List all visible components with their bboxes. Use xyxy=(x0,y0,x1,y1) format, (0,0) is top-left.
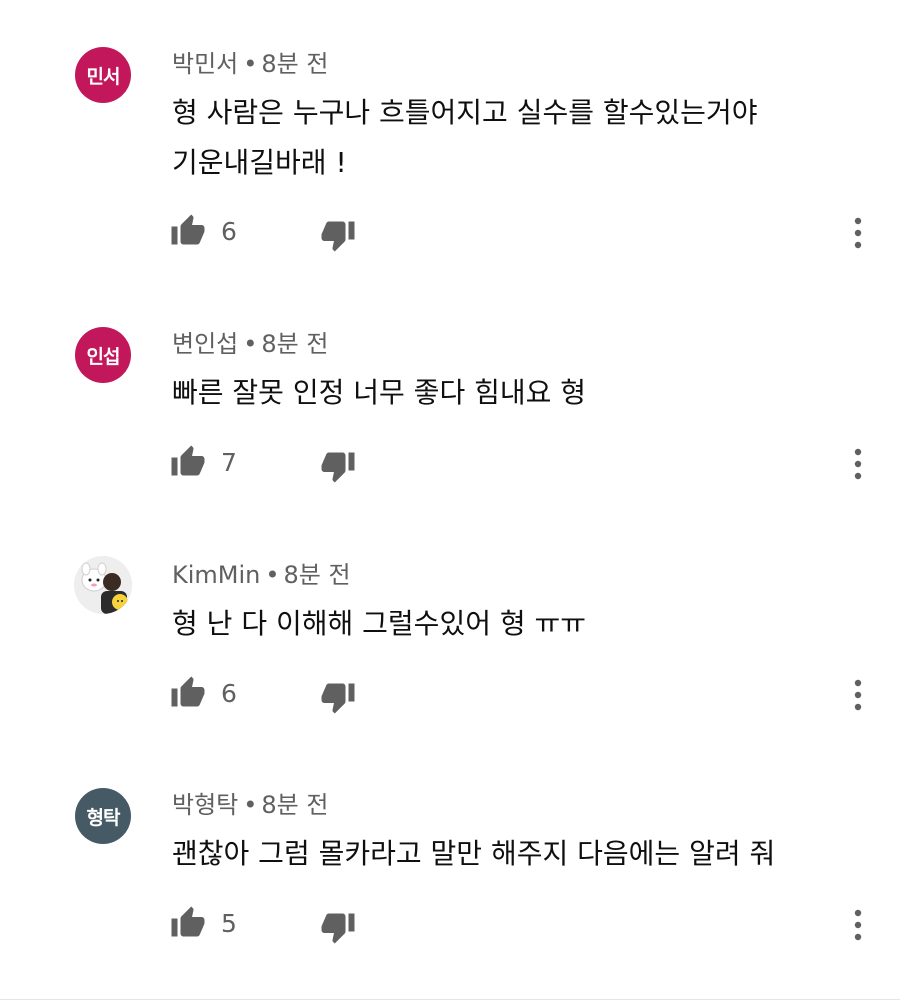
comment-actions: 6 xyxy=(0,211,900,255)
more-options-button[interactable] xyxy=(842,903,874,947)
like-count: 7 xyxy=(221,448,237,477)
like-button[interactable] xyxy=(168,673,208,713)
dislike-button[interactable] xyxy=(318,677,358,717)
dislike-button[interactable] xyxy=(318,215,358,255)
thumbs-up-icon xyxy=(171,214,205,245)
avatar[interactable]: 민서 xyxy=(75,47,131,103)
dislike-button[interactable] xyxy=(318,446,358,486)
more-vertical-icon xyxy=(854,217,862,249)
comment-actions: 5 xyxy=(0,903,900,947)
thumbs-down-icon xyxy=(321,452,355,483)
comment-item: KimMin • 8분 전 형 난 다 이해해 그럴수있어 형 ㅠㅠ 6 xyxy=(0,511,900,741)
comment-meta: 박형탁 • 8분 전 xyxy=(172,789,328,821)
separator-dot: • xyxy=(243,50,258,78)
like-count: 6 xyxy=(221,217,237,246)
comment-text: 괜찮아 그럼 몰카라고 말만 해주지 다음에는 알려 줘 xyxy=(172,837,776,870)
thumbs-down-icon xyxy=(321,683,355,714)
thumbs-up-icon xyxy=(171,445,205,476)
comment-text: 빠른 잘못 인정 너무 좋다 힘내요 형 xyxy=(172,376,587,409)
comment-time: 8분 전 xyxy=(283,561,351,589)
more-vertical-icon xyxy=(854,448,862,480)
dislike-button[interactable] xyxy=(318,907,358,947)
avatar[interactable]: 인섭 xyxy=(75,327,131,383)
like-button[interactable] xyxy=(168,442,208,482)
comment-actions: 6 xyxy=(0,673,900,717)
separator-dot: • xyxy=(243,791,258,819)
like-count: 5 xyxy=(221,909,237,938)
author-name[interactable]: KimMin xyxy=(172,561,260,589)
more-vertical-icon xyxy=(854,909,862,941)
more-options-button[interactable] xyxy=(842,673,874,717)
comment-meta: 박민서 • 8분 전 xyxy=(172,48,328,80)
avatar[interactable]: 형탁 xyxy=(75,788,131,844)
comment-actions: 7 xyxy=(0,442,900,486)
comment-item: 인섭 변인섭 • 8분 전 빠른 잘못 인정 너무 좋다 힘내요 형 7 xyxy=(0,280,900,510)
comment-text: 형 난 다 이해해 그럴수있어 형 ㅠㅠ xyxy=(172,607,587,640)
comment-meta: 변인섭 • 8분 전 xyxy=(172,328,328,360)
thumbs-up-icon xyxy=(171,906,205,937)
comment-meta: KimMin • 8분 전 xyxy=(172,559,351,591)
author-name[interactable]: 박형탁 xyxy=(172,791,238,819)
like-button[interactable] xyxy=(168,903,208,943)
comment-item: 형탁 박형탁 • 8분 전 괜찮아 그럼 몰카라고 말만 해주지 다음에는 알려 줘… xyxy=(0,741,900,971)
separator-dot: • xyxy=(243,330,258,358)
separator-dot: • xyxy=(265,561,280,589)
comment-time: 8분 전 xyxy=(261,50,329,78)
thumbs-down-icon xyxy=(321,913,355,944)
author-name[interactable]: 변인섭 xyxy=(172,330,238,358)
avatar-photo-icon xyxy=(74,556,132,614)
author-name[interactable]: 박민서 xyxy=(172,50,238,78)
more-vertical-icon xyxy=(854,679,862,711)
divider xyxy=(0,999,900,1000)
comment-item: 민서 박민서 • 8분 전 형 사람은 누구나 흐틀어지고 실수를 할수있는거야 기… xyxy=(0,0,900,252)
like-count: 6 xyxy=(221,679,237,708)
comment-time: 8분 전 xyxy=(261,791,329,819)
like-button[interactable] xyxy=(168,211,208,251)
thumbs-up-icon xyxy=(171,676,205,707)
thumbs-down-icon xyxy=(321,221,355,252)
comment-text: 형 사람은 누구나 흐틀어지고 실수를 할수있는거야 기운내길바래 ! xyxy=(172,96,758,179)
more-options-button[interactable] xyxy=(842,211,874,255)
avatar[interactable] xyxy=(74,556,132,614)
more-options-button[interactable] xyxy=(842,442,874,486)
comment-time: 8분 전 xyxy=(261,330,329,358)
